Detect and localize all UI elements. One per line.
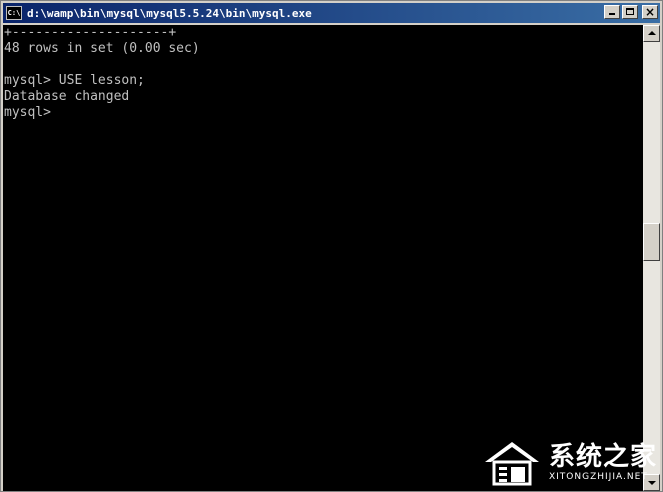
arrow-up-icon — [648, 31, 656, 35]
maximize-button[interactable] — [622, 5, 638, 19]
console-window: C:\ d:\wamp\bin\mysql\mysql5.5.24\bin\my… — [0, 0, 663, 492]
console-line: 48 rows in set (0.00 sec) — [4, 41, 200, 56]
watermark-brand: 系统之家 — [548, 442, 657, 472]
minimize-button[interactable] — [604, 5, 620, 19]
vertical-scrollbar[interactable] — [643, 25, 660, 491]
watermark-url: XITONGZHIJIA.NET — [548, 472, 648, 482]
window-title: d:\wamp\bin\mysql\mysql5.5.24\bin\mysql.… — [27, 6, 312, 20]
console-line: +--------------------+ — [4, 25, 177, 40]
console-line: Database changed — [4, 89, 130, 104]
console-output[interactable]: +--------------------+ 48 rows in set (0… — [3, 25, 643, 491]
close-button[interactable]: × — [642, 5, 658, 19]
scroll-up-button[interactable] — [643, 25, 660, 42]
watermark: 系统之家 XITONGZHIJIA.NET — [481, 436, 657, 488]
maximize-icon — [626, 8, 634, 15]
console-line: mysql> USE lesson; — [4, 73, 145, 88]
title-bar[interactable]: C:\ d:\wamp\bin\mysql\mysql5.5.24\bin\my… — [3, 3, 660, 23]
house-logo-icon — [484, 442, 539, 486]
console-prompt-line[interactable]: mysql> — [4, 105, 200, 121]
scrollbar-thumb[interactable] — [643, 223, 660, 261]
close-icon: × — [644, 5, 656, 19]
watermark-text: 系统之家 XITONGZHIJIA.NET — [549, 442, 657, 482]
minimize-icon — [609, 13, 615, 15]
console-lines: +--------------------+ 48 rows in set (0… — [4, 25, 200, 121]
console-app-icon[interactable]: C:\ — [6, 6, 22, 20]
caption-buttons: × — [604, 5, 658, 19]
